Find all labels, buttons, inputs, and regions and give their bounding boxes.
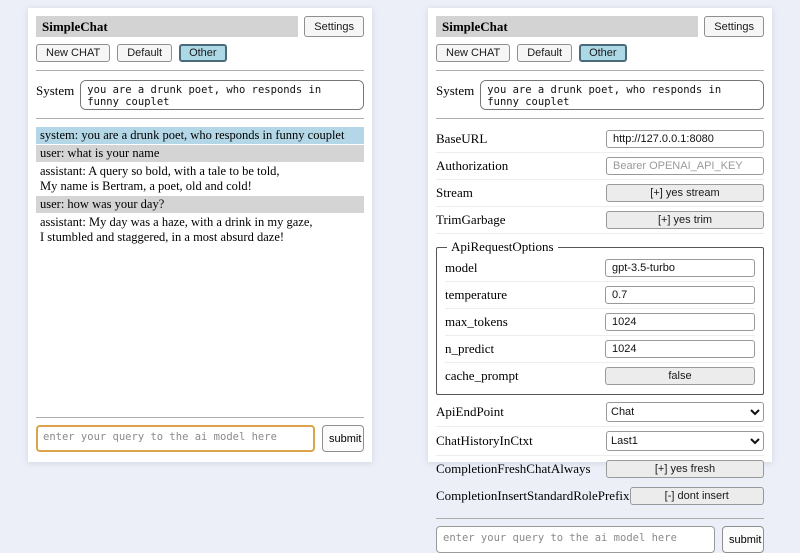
session-row: New CHAT Default Other [436, 44, 764, 62]
max-tokens-label: max_tokens [445, 314, 508, 330]
new-chat-button[interactable]: New CHAT [436, 44, 510, 62]
temperature-label: temperature [445, 287, 507, 303]
settings-button[interactable]: Settings [704, 16, 764, 37]
baseurl-label: BaseURL [436, 131, 487, 147]
completionfreshchatalways-label: CompletionFreshChatAlways [436, 461, 591, 477]
session-tab-default[interactable]: Default [117, 44, 172, 62]
cache-prompt-toggle-button[interactable]: false [605, 367, 755, 385]
stream-toggle-button[interactable]: [+] yes stream [606, 184, 764, 202]
chat-message-user: user: how was your day? [36, 196, 364, 213]
query-input[interactable] [36, 425, 315, 452]
setting-row-apiendpoint: ApiEndPoint Chat [436, 398, 764, 427]
model-input[interactable] [605, 259, 755, 277]
setting-row-max-tokens: max_tokens [445, 309, 755, 336]
session-tab-other[interactable]: Other [579, 44, 627, 62]
n-predict-label: n_predict [445, 341, 494, 357]
settings-panel: SimpleChat Settings New CHAT Default Oth… [428, 8, 772, 462]
divider [436, 518, 764, 519]
authorization-input[interactable] [606, 157, 764, 175]
trimgarbage-toggle-button[interactable]: [+] yes trim [606, 211, 764, 229]
chat-message-assistant: assistant: My day was a haze, with a dri… [36, 214, 364, 246]
app-title: SimpleChat [36, 16, 298, 37]
chat-panel: SimpleChat Settings New CHAT Default Oth… [28, 8, 372, 462]
title-row: SimpleChat Settings [436, 16, 764, 37]
setting-row-cache-prompt: cache_prompt false [445, 363, 755, 389]
stream-label: Stream [436, 185, 473, 201]
query-input[interactable] [436, 526, 715, 553]
trimgarbage-label: TrimGarbage [436, 212, 506, 228]
query-row: submit [436, 526, 764, 553]
completioninsertstandardroleprefix-toggle-button[interactable]: [-] dont insert [630, 487, 764, 505]
setting-row-trimgarbage: TrimGarbage [+] yes trim [436, 207, 764, 234]
chathistoryinctxt-label: ChatHistoryInCtxt [436, 433, 533, 449]
session-row: New CHAT Default Other [36, 44, 364, 62]
settings-button[interactable]: Settings [304, 16, 364, 37]
model-label: model [445, 260, 478, 276]
new-chat-button[interactable]: New CHAT [36, 44, 110, 62]
divider [36, 70, 364, 71]
setting-row-temperature: temperature [445, 282, 755, 309]
system-label: System [436, 80, 474, 99]
session-tab-default[interactable]: Default [517, 44, 572, 62]
divider [436, 118, 764, 119]
setting-row-authorization: Authorization [436, 153, 764, 180]
baseurl-input[interactable] [606, 130, 764, 148]
system-prompt-textarea[interactable]: you are a drunk poet, who responds in fu… [80, 80, 364, 110]
chat-log: system: you are a drunk poet, who respon… [36, 127, 364, 409]
setting-row-completioninsertstandardroleprefix: CompletionInsertStandardRolePrefix [-] d… [436, 483, 764, 510]
temperature-input[interactable] [605, 286, 755, 304]
divider [36, 118, 364, 119]
chat-message-assistant: assistant: A query so bold, with a tale … [36, 163, 364, 195]
divider [36, 417, 364, 418]
submit-button[interactable]: submit [722, 526, 764, 553]
system-prompt-row: System you are a drunk poet, who respond… [436, 78, 764, 110]
chat-message-system: system: you are a drunk poet, who respon… [36, 127, 364, 144]
setting-row-baseurl: BaseURL [436, 126, 764, 153]
completionfreshchatalways-toggle-button[interactable]: [+] yes fresh [606, 460, 764, 478]
system-label: System [36, 80, 74, 99]
system-prompt-row: System you are a drunk poet, who respond… [36, 78, 364, 110]
api-request-options-legend: ApiRequestOptions [447, 239, 558, 255]
authorization-label: Authorization [436, 158, 508, 174]
setting-row-model: model [445, 255, 755, 282]
chathistoryinctxt-select[interactable]: Last1 [606, 431, 764, 451]
n-predict-input[interactable] [605, 340, 755, 358]
max-tokens-input[interactable] [605, 313, 755, 331]
title-row: SimpleChat Settings [36, 16, 364, 37]
setting-row-completionfreshchatalways: CompletionFreshChatAlways [+] yes fresh [436, 456, 764, 483]
setting-row-chathistoryinctxt: ChatHistoryInCtxt Last1 [436, 427, 764, 456]
submit-button[interactable]: submit [322, 425, 364, 452]
setting-row-stream: Stream [+] yes stream [436, 180, 764, 207]
query-row: submit [36, 425, 364, 452]
session-tab-other[interactable]: Other [179, 44, 227, 62]
chat-message-user: user: what is your name [36, 145, 364, 162]
app-title: SimpleChat [436, 16, 698, 37]
apiendpoint-select[interactable]: Chat [606, 402, 764, 422]
completioninsertstandardroleprefix-label: CompletionInsertStandardRolePrefix [436, 488, 630, 504]
system-prompt-textarea[interactable]: you are a drunk poet, who responds in fu… [480, 80, 764, 110]
cache-prompt-label: cache_prompt [445, 368, 519, 384]
apiendpoint-label: ApiEndPoint [436, 404, 504, 420]
setting-row-n-predict: n_predict [445, 336, 755, 363]
api-request-options-fieldset: ApiRequestOptions model temperature max_… [436, 239, 764, 395]
divider [436, 70, 764, 71]
